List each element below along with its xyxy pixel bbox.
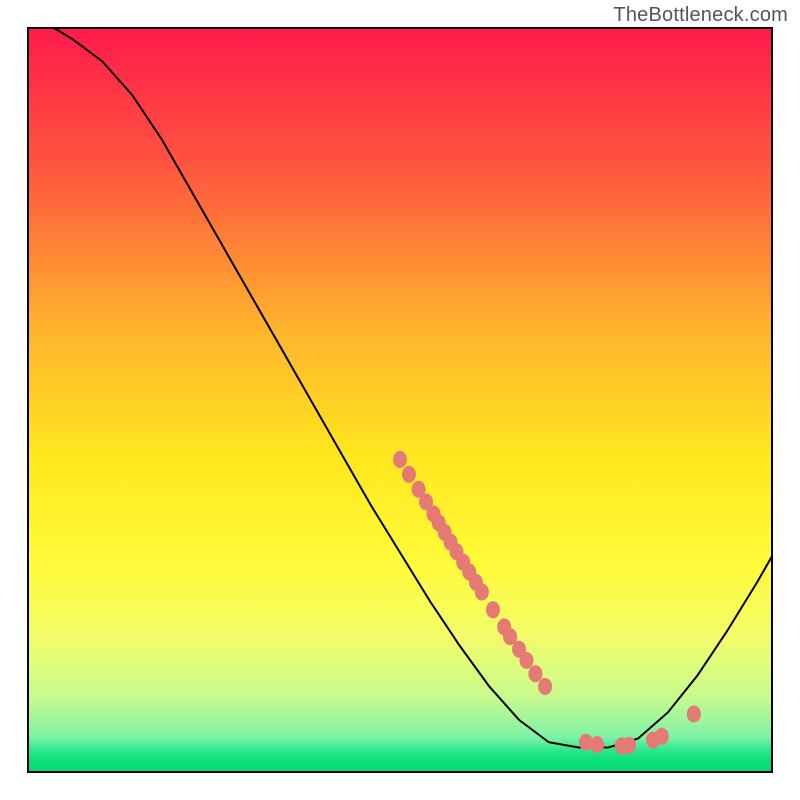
data-marker bbox=[687, 705, 701, 722]
data-marker bbox=[538, 678, 552, 695]
data-marker bbox=[622, 737, 636, 754]
attribution-text: TheBottleneck.com bbox=[613, 4, 788, 27]
data-marker bbox=[519, 652, 533, 669]
chart-svg bbox=[0, 0, 800, 800]
data-marker bbox=[402, 466, 416, 483]
chart-container: TheBottleneck.com bbox=[0, 0, 800, 800]
data-marker bbox=[655, 728, 669, 745]
plot-background bbox=[28, 28, 772, 772]
data-marker bbox=[486, 601, 500, 618]
data-marker bbox=[393, 451, 407, 468]
data-marker bbox=[475, 583, 489, 600]
data-marker bbox=[590, 736, 604, 753]
data-marker bbox=[528, 665, 542, 682]
